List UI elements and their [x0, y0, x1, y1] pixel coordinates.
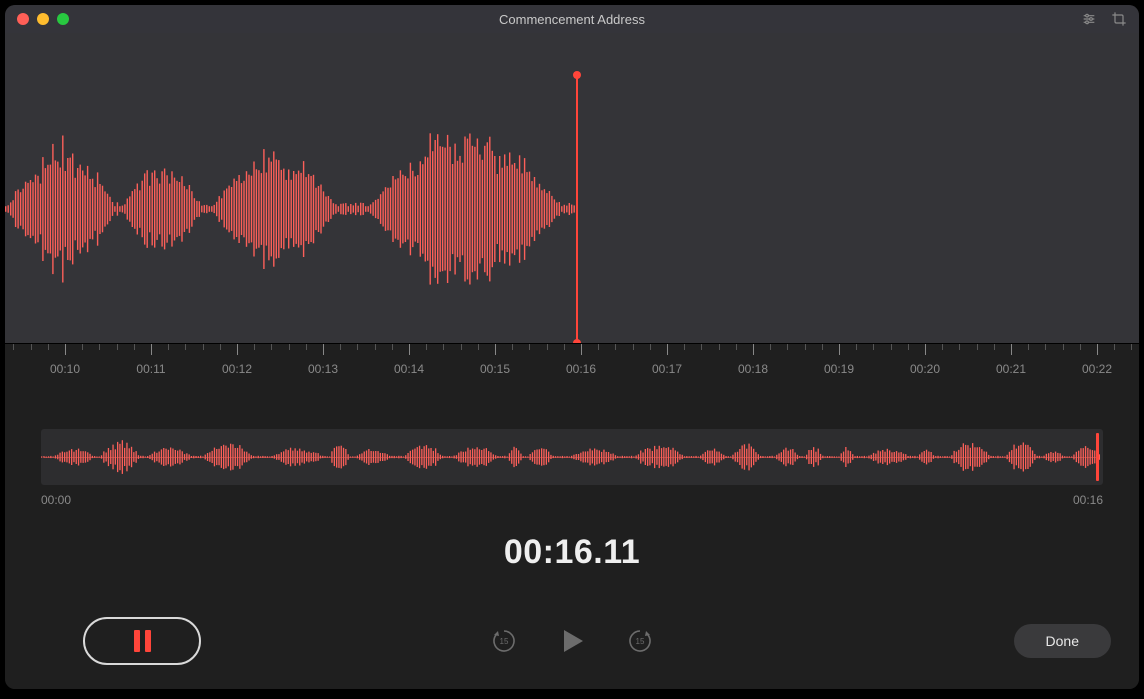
- close-button[interactable]: [17, 13, 29, 25]
- timecode-display: 00:16.11: [5, 533, 1139, 572]
- waveform-overview[interactable]: [41, 429, 1103, 485]
- ruler-label: 00:16: [566, 362, 596, 376]
- skip-back-value: 15: [500, 637, 509, 646]
- maximize-button[interactable]: [57, 13, 69, 25]
- ruler-label: 00:13: [308, 362, 338, 376]
- overview-start-time: 00:00: [41, 493, 71, 507]
- ruler-label: 00:11: [136, 362, 165, 376]
- ruler-label: 00:17: [652, 362, 682, 376]
- ruler-label: 00:12: [222, 362, 252, 376]
- minimize-button[interactable]: [37, 13, 49, 25]
- waveform-main-svg: [5, 33, 1139, 343]
- ruler-label: 00:10: [50, 362, 80, 376]
- page-title: Commencement Address: [5, 12, 1139, 27]
- ruler-label: 00:18: [738, 362, 768, 376]
- app-window: Commencement Address 00:1000:1100:1200:1…: [5, 5, 1139, 689]
- skip-back-button[interactable]: 15: [489, 626, 519, 656]
- bottom-panel: 00:00 00:16 00:16.11 15: [5, 389, 1139, 689]
- playhead[interactable]: [576, 75, 578, 343]
- ruler-label: 00:20: [910, 362, 940, 376]
- timeline-ruler[interactable]: 00:10 00:11 00:12 00:13 00:14 00:15 00:16 00:17…: [5, 343, 1139, 389]
- ruler-label: 00:19: [824, 362, 854, 376]
- waveform-detail[interactable]: [5, 33, 1139, 343]
- traffic-lights: [17, 13, 69, 25]
- play-button[interactable]: [555, 624, 589, 658]
- skip-forward-value: 15: [636, 637, 645, 646]
- ruler-label: 00:15: [480, 362, 510, 376]
- overview-playhead[interactable]: [1096, 433, 1099, 481]
- settings-icon[interactable]: [1081, 11, 1097, 27]
- ruler-label: 00:21: [996, 362, 1026, 376]
- overview-end-time: 00:16: [1073, 493, 1103, 507]
- done-button[interactable]: Done: [1014, 624, 1111, 658]
- skip-forward-button[interactable]: 15: [625, 626, 655, 656]
- transport-controls: 15 15 Done: [5, 619, 1139, 689]
- pause-button[interactable]: [83, 617, 201, 665]
- waveform-overview-svg: [41, 429, 1101, 485]
- overview-times: 00:00 00:16: [41, 493, 1103, 507]
- ruler-ticks: [5, 344, 1139, 356]
- ruler-label: 00:14: [394, 362, 424, 376]
- ruler-label: 00:22: [1082, 362, 1112, 376]
- titlebar: Commencement Address: [5, 5, 1139, 33]
- crop-icon[interactable]: [1111, 11, 1127, 27]
